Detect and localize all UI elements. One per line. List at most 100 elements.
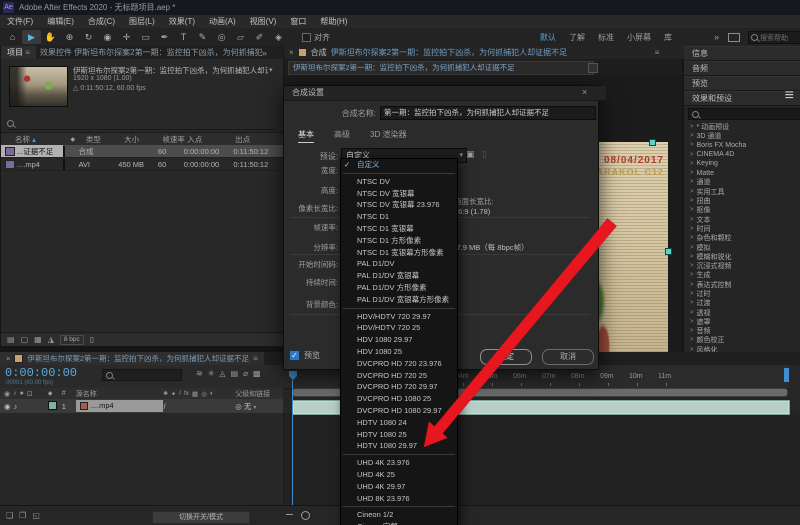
roto-brush-tool[interactable]: ✐ (250, 30, 269, 44)
twirl-icon[interactable]: > (690, 179, 694, 185)
preset-option[interactable]: ✓PAL D1/DV 宽银幕 (341, 270, 457, 282)
twirl-icon[interactable]: > (690, 198, 694, 204)
pen-tool[interactable]: ✒ (155, 30, 174, 44)
selection-handle[interactable] (649, 139, 656, 146)
brush-tool[interactable]: ✎ (193, 30, 212, 44)
new-folder-icon[interactable]: ▢ (21, 335, 29, 344)
twirl-icon[interactable]: > (690, 226, 694, 232)
twirl-icon[interactable]: > (690, 291, 694, 297)
quality-switch[interactable]: / (163, 402, 165, 411)
audio-switch[interactable]: ♪ (14, 402, 18, 411)
menu-item[interactable]: 视图(V) (243, 16, 284, 27)
effects-category[interactable]: >音频 (684, 327, 800, 336)
preset-option[interactable]: ✓HDV/HDTV 720 25 (341, 322, 457, 334)
panel-menu-icon[interactable]: ≡ (25, 48, 30, 57)
preset-option[interactable]: ✓NTSC D1 (341, 211, 457, 223)
dialog-tab[interactable]: 基本 (298, 129, 314, 143)
menu-item[interactable]: 效果(T) (162, 16, 202, 27)
preset-option[interactable]: ✓HDV 1080 25 (341, 346, 457, 358)
effects-category[interactable]: >Keying (684, 159, 800, 168)
new-composition-icon[interactable]: ▦ (34, 335, 42, 344)
twirl-icon[interactable]: > (690, 142, 694, 148)
comp-name-bar[interactable]: 伊斯坦布尔探案2第一期：监控拍下凶杀，为何抓捕犯人却证据不足 (288, 61, 594, 75)
shy-layers-icon[interactable]: ◬ (219, 369, 225, 378)
preset-option[interactable]: ✓DVCPRO HD 1080 29.97 (341, 405, 457, 417)
toggle-switches-modes-button[interactable]: 切换开关/模式 (152, 511, 250, 524)
column-size[interactable]: 大小 (124, 134, 162, 145)
preset-option[interactable]: ✓NTSC DV 宽银幕 (341, 188, 457, 200)
twirl-icon[interactable]: > (690, 310, 694, 316)
menu-item[interactable]: 窗口 (283, 16, 313, 27)
effects-category[interactable]: >生成 (684, 271, 800, 280)
frame-blend-icon[interactable]: ▦ (192, 390, 198, 398)
workspace-tab[interactable]: 了解 (569, 32, 585, 43)
workspace-overflow-icon[interactable]: » (714, 32, 719, 42)
effects-category[interactable]: >Boris FX Mocha (684, 141, 800, 150)
twirl-icon[interactable]: > (690, 328, 694, 334)
effects-category[interactable]: >颜色校正 (684, 336, 800, 345)
zoom-slider-handle[interactable] (301, 511, 310, 520)
preset-option[interactable]: ✓Cineon 完整 (341, 521, 457, 525)
effects-category[interactable]: >表达式控制 (684, 280, 800, 289)
preset-option[interactable]: ✓NTSC DV 宽银幕 23.976 (341, 199, 457, 211)
twirl-icon[interactable]: > (690, 189, 694, 195)
layer-name[interactable]: ....mp4 (76, 400, 164, 412)
timeline-search-input[interactable] (102, 369, 182, 381)
preset-option[interactable]: ✓PAL D1/DV 宽银幕方形像素 (341, 294, 457, 306)
workspace-tab[interactable]: 小屏幕 (627, 32, 651, 43)
align-checkbox[interactable] (302, 33, 311, 42)
align-toggle[interactable]: 对齐 (302, 32, 330, 43)
video-switch-icon[interactable]: ◉ (4, 390, 10, 398)
panel-preview[interactable]: 预览 (684, 76, 800, 91)
adjust-icon[interactable]: ◮ (48, 335, 54, 344)
twirl-icon[interactable]: > (690, 235, 694, 241)
preset-option[interactable]: ✓HDV/HDTV 720 29.97 (341, 311, 457, 323)
preset-option[interactable]: ✓DVCPRO HD 720 25 (341, 370, 457, 382)
menu-item[interactable]: 帮助(H) (313, 16, 354, 27)
effects-category[interactable]: >文本 (684, 215, 800, 224)
menu-item[interactable]: 文件(F) (0, 16, 40, 27)
preset-option[interactable]: ✓DVCPRO HD 1080 25 (341, 393, 457, 405)
comp-mini-flowchart-icon[interactable]: ≋ (196, 369, 203, 378)
save-preset-icon[interactable]: ▣ (466, 149, 475, 160)
column-name[interactable]: 名称 ▴ (1, 134, 71, 145)
column-fps[interactable]: 帧速率 (162, 134, 187, 145)
frame-blending-icon[interactable]: ▤ (231, 369, 239, 378)
motion-blur-icon[interactable]: ◎ (201, 390, 207, 398)
eraser-tool[interactable]: ▱ (231, 30, 250, 44)
lock-switch-icon[interactable]: ⊡ (27, 390, 33, 398)
preset-option[interactable]: ✓自定义 (341, 159, 457, 171)
effects-category[interactable]: >遮罩 (684, 317, 800, 326)
twirl-icon[interactable]: > (690, 319, 694, 325)
preview-checkbox[interactable]: ✓ (289, 350, 300, 361)
close-icon[interactable]: × (289, 48, 294, 57)
preset-option[interactable]: ✓HDV 1080 29.97 (341, 334, 457, 346)
camera-tool[interactable]: ◉ (98, 30, 117, 44)
column-in[interactable]: 入点 (187, 134, 235, 145)
effects-category[interactable]: >风格化 (684, 345, 800, 352)
graph-editor-icon[interactable]: ▩ (253, 369, 261, 378)
quality-icon[interactable]: / (179, 390, 181, 398)
....mp4[interactable]: ....mp4 AVI 450 MB 60 0:00:00:00 0:11:50… (1, 158, 283, 171)
bit-depth-button[interactable]: 8 bpc (60, 335, 84, 345)
panel-menu-icon[interactable]: ≡ (655, 48, 660, 57)
layer-color-chip[interactable] (48, 401, 57, 410)
collapse-icon[interactable]: ✦ (171, 390, 176, 398)
puppet-pin-tool[interactable]: ◈ (269, 30, 288, 44)
preset-option[interactable]: ✓DVCPRO HD 720 29.97 (341, 381, 457, 393)
rotation-tool[interactable]: ↻ (79, 30, 98, 44)
parent-select[interactable]: ◎ 无 ▾ (235, 401, 283, 412)
effects-category[interactable]: >过渡 (684, 299, 800, 308)
zoom-tool[interactable]: ⊕ (60, 30, 79, 44)
help-search-input[interactable]: 搜索帮助 (748, 31, 800, 44)
layer-row[interactable]: ◉ ♪ 1 ....mp4 / ◎ 无 ▾ (0, 399, 283, 414)
preset-option[interactable]: ✓Cineon 1/2 (341, 509, 457, 521)
effects-category[interactable]: >透视 (684, 308, 800, 317)
preset-option[interactable]: ✓PAL D1/DV 方形像素 (341, 282, 457, 294)
twirl-icon[interactable]: > (690, 133, 694, 139)
twirl-icon[interactable]: > (690, 254, 694, 260)
twirl-icon[interactable]: > (690, 161, 694, 167)
preset-option[interactable]: ✓PAL D1/DV (341, 258, 457, 270)
menu-item[interactable]: 编辑(E) (40, 16, 81, 27)
pan-behind-tool[interactable]: ✛ (117, 30, 136, 44)
